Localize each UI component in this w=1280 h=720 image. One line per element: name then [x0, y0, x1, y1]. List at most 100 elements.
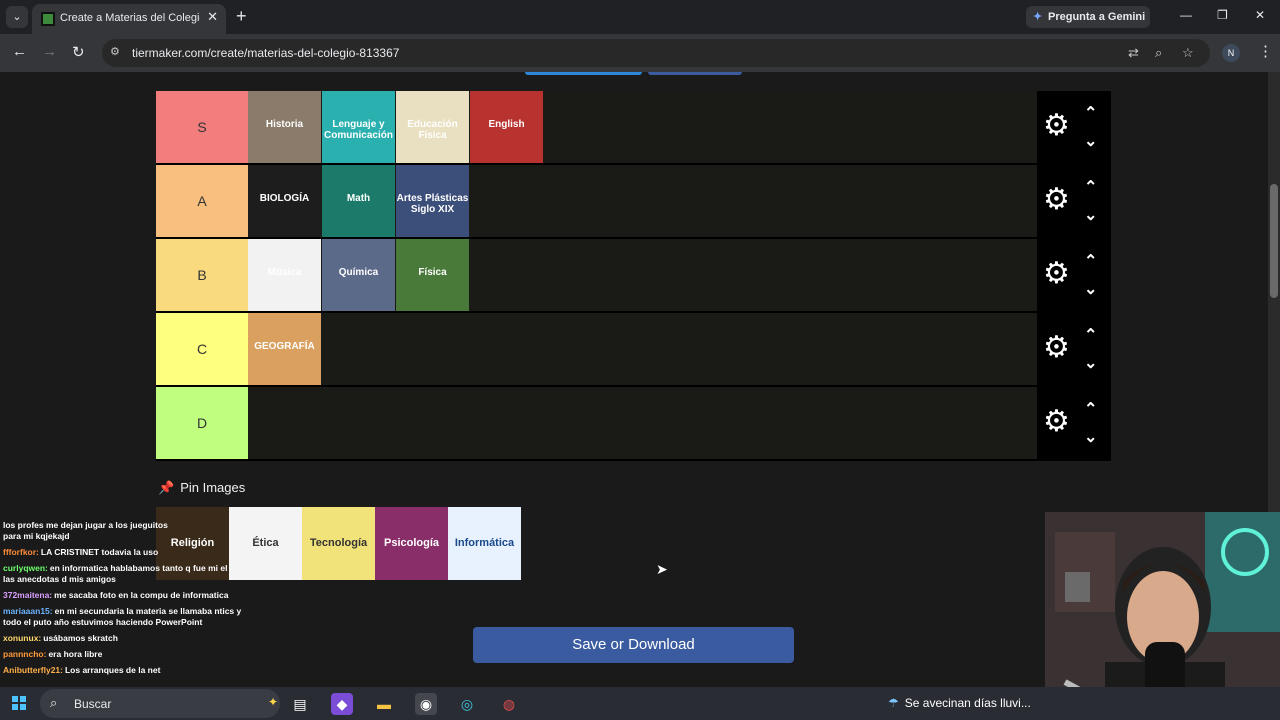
chevron-down-icon[interactable]: ⌄	[1084, 427, 1097, 447]
gear-icon[interactable]: ⚙	[1043, 405, 1070, 439]
chrome-icon[interactable]: ◉	[415, 693, 437, 715]
chevron-down-icon[interactable]: ⌄	[1084, 131, 1097, 151]
tier-label[interactable]: S	[156, 91, 248, 163]
chat-username: 372maitena:	[3, 590, 53, 600]
scrollbar-thumb[interactable]	[1270, 184, 1278, 298]
gear-icon[interactable]: ⚙	[1043, 257, 1070, 291]
tier-row-s: S Historia Lenguaje y Comunicación Educació…	[156, 91, 1111, 165]
obs-icon[interactable]: ◍	[498, 693, 520, 715]
zoom-icon[interactable]: ⌕	[1155, 45, 1162, 61]
tier-image-tile[interactable]: Lenguaje y Comunicación	[322, 91, 395, 163]
chat-text: era hora libre	[48, 649, 103, 659]
url-omnibox[interactable]: ⚙ tiermaker.com/create/materias-del-cole…	[102, 39, 1210, 67]
windows-start-icon[interactable]	[12, 696, 26, 710]
tier-controls: ⚙ ⌃ ⌄	[1037, 313, 1111, 385]
chat-text: usábamos skratch	[43, 633, 118, 643]
forward-arrow-icon[interactable]: →	[42, 43, 57, 60]
chevron-up-icon[interactable]: ⌃	[1084, 325, 1097, 345]
profile-avatar[interactable]: N	[1222, 44, 1240, 62]
save-or-download-button[interactable]: Save or Download	[473, 627, 794, 663]
tab-close-icon[interactable]: ✕	[207, 9, 218, 25]
weather-label: Se avecinan días lluvi...	[904, 696, 1031, 710]
tab-title: Create a Materias del Colegio. T	[60, 12, 200, 24]
edge-icon[interactable]: ◎	[456, 693, 478, 715]
weather-widget[interactable]: ☂ Se avecinan días lluvi...	[888, 696, 1031, 710]
tier-image-tile[interactable]: Artes Plásticas Siglo XIX	[396, 165, 469, 237]
chat-text-continued: para mi kqjekajd	[3, 531, 70, 541]
tier-items-zone[interactable]: GEOGRAFÍA	[248, 313, 1037, 385]
tile-caption: Historia	[265, 119, 304, 130]
site-info-icon[interactable]: ⚙	[110, 45, 120, 58]
gear-icon[interactable]: ⚙	[1043, 183, 1070, 217]
pinned-image-tile[interactable]: Psicología	[375, 507, 448, 580]
gear-icon[interactable]: ⚙	[1043, 331, 1070, 365]
chat-message: xonunux: usábamos skratch	[0, 633, 290, 644]
tier-controls: ⚙ ⌃ ⌄	[1037, 239, 1111, 311]
pinned-image-tile[interactable]: Tecnología	[302, 507, 375, 580]
chevron-down-icon[interactable]: ⌄	[1084, 279, 1097, 299]
tier-label[interactable]: B	[156, 239, 248, 311]
bookmark-star-icon[interactable]: ☆	[1182, 45, 1194, 61]
minimize-icon[interactable]: —	[1180, 8, 1192, 22]
pinned-image-tile[interactable]: Informática	[448, 507, 521, 580]
chevron-down-icon[interactable]: ⌄	[1084, 353, 1097, 373]
chevron-up-icon[interactable]: ⌃	[1084, 177, 1097, 197]
reload-icon[interactable]: ↻	[72, 43, 85, 61]
url-text[interactable]: tiermaker.com/create/materias-del-colegi…	[132, 46, 399, 60]
chevron-down-icon[interactable]: ⌄	[1084, 205, 1097, 225]
top-button-dark[interactable]	[648, 72, 742, 75]
tier-image-tile[interactable]: GEOGRAFÍA	[248, 313, 321, 385]
tier-image-tile[interactable]: English	[470, 91, 543, 163]
tier-items-zone[interactable]: BIOLOGÍA Math Artes Plásticas Siglo XIX	[248, 165, 1037, 237]
taskbar-search-label: Buscar	[74, 697, 112, 711]
tier-row-b: B Música Química Física ⚙ ⌃ ⌄	[156, 239, 1111, 313]
chevron-up-icon[interactable]: ⌃	[1084, 399, 1097, 419]
stream-chat-overlay: los profes me dejan jugar a los jueguito…	[0, 520, 290, 681]
menu-dots-icon[interactable]: ⋮	[1258, 42, 1273, 60]
chat-text-continued: las anecdotas d mis amigos	[3, 574, 116, 584]
browser-tab[interactable]: Create a Materias del Colegio. T ✕	[32, 4, 226, 34]
chat-username: xonunux:	[3, 633, 42, 643]
tier-image-tile[interactable]: BIOLOGÍA	[248, 165, 321, 237]
taskbar-search[interactable]: ⌕ Buscar ✦	[40, 689, 280, 718]
chat-message: mariaaan15: en mi secundaria la materia s…	[0, 606, 290, 628]
translate-icon[interactable]: ⇄	[1128, 45, 1139, 61]
tile-caption: Artes Plásticas Siglo XIX	[396, 193, 469, 215]
tier-image-tile[interactable]: Educación Física	[396, 91, 469, 163]
pinned-caption: Psicología	[383, 537, 440, 549]
gemini-sparkle-icon: ✦	[1033, 11, 1043, 23]
tab-search-chevron-icon[interactable]: ⌄	[6, 6, 28, 28]
tier-items-zone[interactable]: Música Química Física	[248, 239, 1037, 311]
tier-image-tile[interactable]: Música	[248, 239, 321, 311]
tier-row-c: C GEOGRAFÍA ⚙ ⌃ ⌄	[156, 313, 1111, 387]
new-tab-icon[interactable]: +	[236, 6, 247, 27]
chat-message: curlyqwen: en informatica hablabamos tant…	[0, 563, 290, 585]
chat-username: curlyqwen:	[3, 563, 48, 573]
chat-message: Anibutterfly21: Los arranques de la net	[0, 665, 290, 676]
file-explorer-icon[interactable]: ▬	[373, 693, 395, 715]
browser-tab-strip: ⌄ Create a Materias del Colegio. T ✕ + ✦…	[0, 0, 1280, 34]
back-arrow-icon[interactable]: ←	[12, 43, 27, 60]
tier-image-tile[interactable]: Química	[322, 239, 395, 311]
chevron-up-icon[interactable]: ⌃	[1084, 103, 1097, 123]
tier-image-tile[interactable]: Física	[396, 239, 469, 311]
copilot-icon[interactable]: ◆	[331, 693, 353, 715]
tier-items-zone[interactable]	[248, 387, 1037, 459]
tile-caption: Lenguaje y Comunicación	[324, 119, 393, 141]
top-button-blue[interactable]	[525, 72, 642, 75]
gear-icon[interactable]: ⚙	[1043, 109, 1070, 143]
chat-username: ffforfkor:	[3, 547, 39, 557]
tier-label[interactable]: A	[156, 165, 248, 237]
chevron-up-icon[interactable]: ⌃	[1084, 251, 1097, 271]
restore-icon[interactable]: ❐	[1217, 8, 1228, 22]
search-icon: ⌕	[50, 695, 58, 710]
task-view-icon[interactable]: ▤	[289, 693, 311, 715]
tier-items-zone[interactable]: Historia Lenguaje y Comunicación Educación…	[248, 91, 1037, 163]
search-highlight-icon: ✦	[268, 695, 279, 709]
tier-image-tile[interactable]: Math	[322, 165, 395, 237]
tier-image-tile[interactable]: Historia	[248, 91, 321, 163]
gemini-button[interactable]: ✦ Pregunta a Gemini	[1026, 6, 1150, 28]
window-close-icon[interactable]: ✕	[1255, 8, 1265, 22]
tier-label[interactable]: D	[156, 387, 248, 459]
tier-label[interactable]: C	[156, 313, 248, 385]
